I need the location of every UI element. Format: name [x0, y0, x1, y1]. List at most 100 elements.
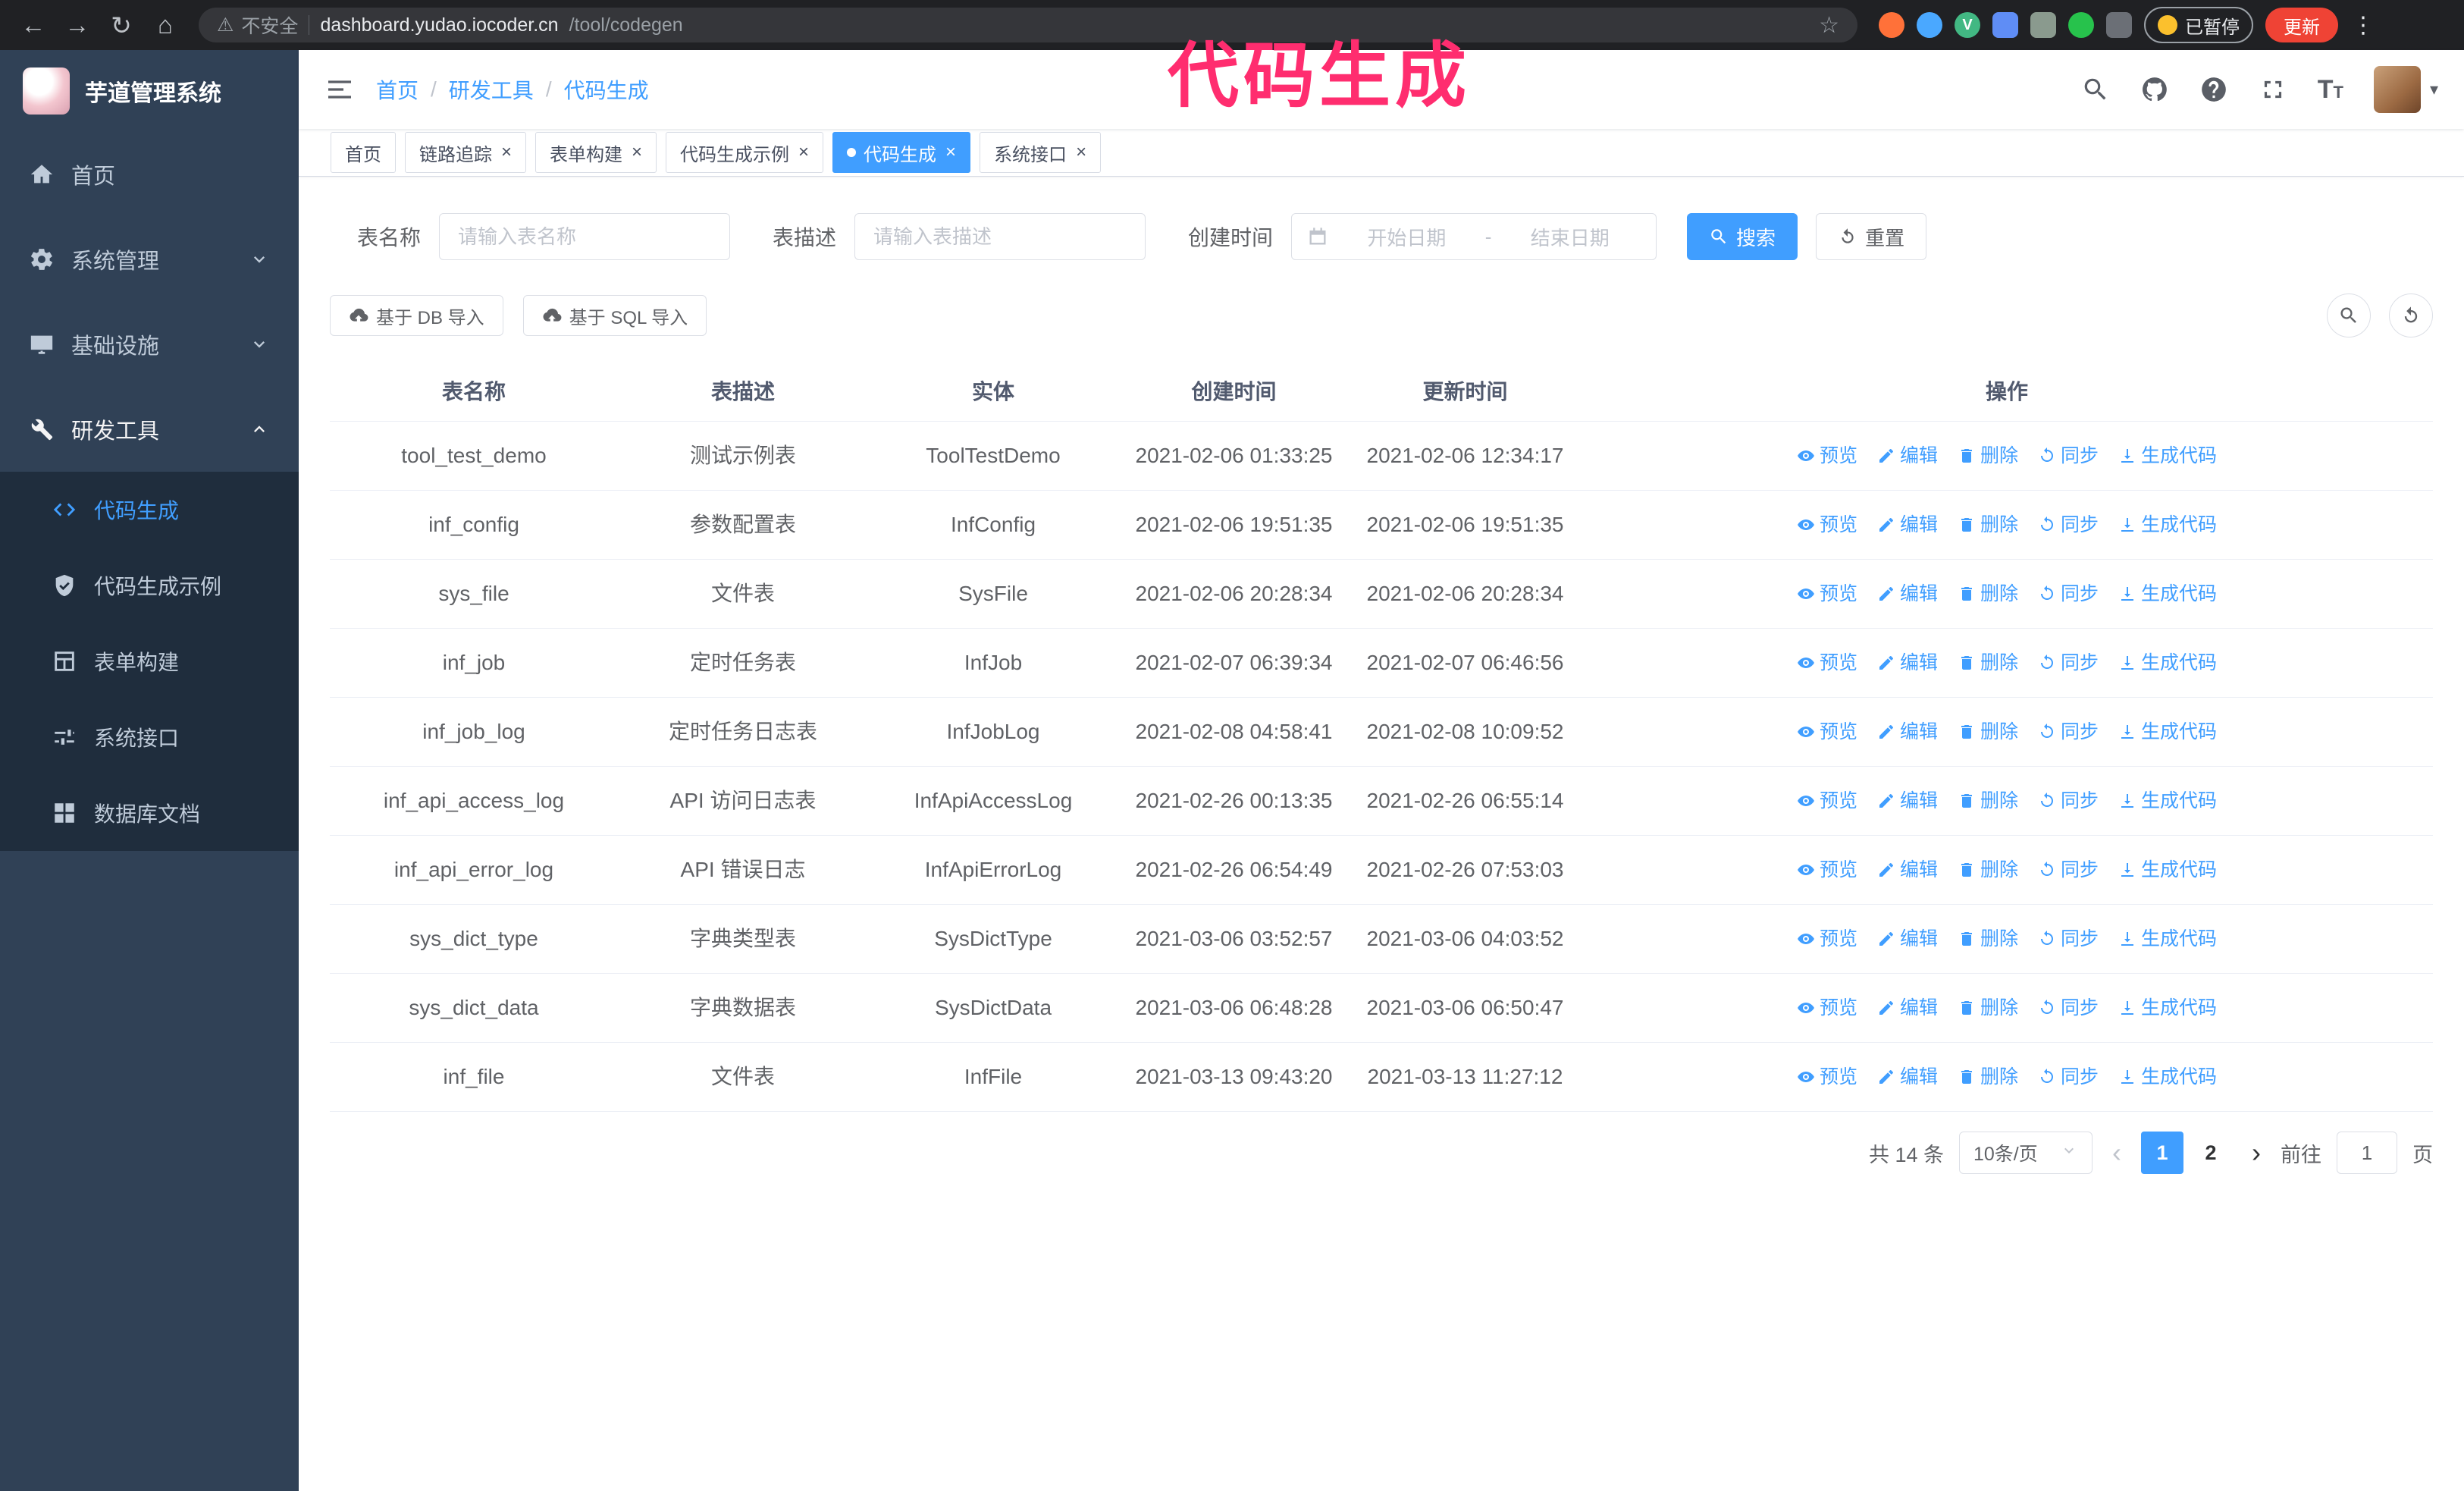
edit-action[interactable]: 编辑	[1877, 993, 1938, 1022]
extension-leaf-icon[interactable]	[2068, 12, 2094, 38]
extension-drop-icon[interactable]	[1917, 12, 1942, 38]
delete-action[interactable]: 删除	[1958, 510, 2018, 539]
sidebar-item-home[interactable]: 首页	[0, 132, 299, 217]
delete-action[interactable]: 删除	[1958, 855, 2018, 884]
security-warning[interactable]: ⚠ 不安全	[217, 11, 298, 39]
edit-action[interactable]: 编辑	[1877, 855, 1938, 884]
prev-page-button[interactable]: ‹	[2108, 1139, 2126, 1166]
bookmark-star-icon[interactable]: ☆	[1819, 12, 1839, 39]
address-bar[interactable]: ⚠ 不安全 dashboard.yudao.iocoder.cn /tool/c…	[199, 8, 1857, 42]
preview-action[interactable]: 预览	[1797, 855, 1857, 884]
edit-action[interactable]: 编辑	[1877, 579, 1938, 608]
user-menu[interactable]: ▾	[2373, 66, 2438, 113]
generate-code-action[interactable]: 生成代码	[2118, 648, 2217, 677]
sidebar-item-db-doc[interactable]: 数据库文档	[0, 775, 299, 851]
edit-action[interactable]: 编辑	[1877, 786, 1938, 815]
delete-action[interactable]: 删除	[1958, 786, 2018, 815]
delete-action[interactable]: 删除	[1958, 441, 2018, 470]
page-button-2[interactable]: 2	[2190, 1132, 2232, 1174]
sidebar-item-infrastructure[interactable]: 基础设施	[0, 302, 299, 387]
delete-action[interactable]: 删除	[1958, 648, 2018, 677]
goto-page-input[interactable]	[2337, 1132, 2397, 1174]
generate-code-action[interactable]: 生成代码	[2118, 924, 2217, 953]
sync-action[interactable]: 同步	[2038, 1063, 2099, 1091]
table-name-input[interactable]	[439, 213, 731, 260]
delete-action[interactable]: 删除	[1958, 1063, 2018, 1091]
extension-vue-icon[interactable]: V	[1955, 12, 1980, 38]
tab-close-icon[interactable]: ×	[501, 143, 512, 162]
preview-action[interactable]: 预览	[1797, 1063, 1857, 1091]
preview-action[interactable]: 预览	[1797, 579, 1857, 608]
generate-code-action[interactable]: 生成代码	[2118, 855, 2217, 884]
edit-action[interactable]: 编辑	[1877, 510, 1938, 539]
tab-close-icon[interactable]: ×	[945, 143, 956, 162]
import-db-button[interactable]: 基于 DB 导入	[330, 295, 503, 336]
paused-badge[interactable]: 已暂停	[2144, 7, 2253, 43]
extension-people-icon[interactable]	[1992, 12, 2018, 38]
sync-action[interactable]: 同步	[2038, 924, 2099, 953]
generate-code-action[interactable]: 生成代码	[2118, 717, 2217, 746]
sync-action[interactable]: 同步	[2038, 441, 2099, 470]
refresh-table-button[interactable]	[2389, 293, 2433, 337]
edit-action[interactable]: 编辑	[1877, 717, 1938, 746]
page-button-1[interactable]: 1	[2141, 1132, 2183, 1174]
browser-update-button[interactable]: 更新	[2265, 8, 2338, 42]
sidebar-item-form-builder[interactable]: 表单构建	[0, 623, 299, 699]
sidebar-item-codegen-example[interactable]: 代码生成示例	[0, 548, 299, 623]
home-icon[interactable]: ⌂	[146, 5, 185, 45]
extension-puzzle-icon[interactable]	[2106, 12, 2132, 38]
preview-action[interactable]: 预览	[1797, 510, 1857, 539]
generate-code-action[interactable]: 生成代码	[2118, 441, 2217, 470]
generate-code-action[interactable]: 生成代码	[2118, 993, 2217, 1022]
import-sql-button[interactable]: 基于 SQL 导入	[522, 295, 707, 336]
preview-action[interactable]: 预览	[1797, 648, 1857, 677]
generate-code-action[interactable]: 生成代码	[2118, 579, 2217, 608]
breadcrumb-item-0[interactable]: 首页	[376, 74, 419, 105]
tab-close-icon[interactable]: ×	[1076, 143, 1086, 162]
preview-action[interactable]: 预览	[1797, 924, 1857, 953]
breadcrumb-item-2[interactable]: 代码生成	[564, 74, 649, 105]
preview-action[interactable]: 预览	[1797, 993, 1857, 1022]
tab-home[interactable]: 首页	[331, 132, 396, 173]
sync-action[interactable]: 同步	[2038, 855, 2099, 884]
page-size-select[interactable]: 10条/页	[1959, 1132, 2093, 1174]
fontsize-icon[interactable]: TT	[2318, 75, 2343, 105]
sync-action[interactable]: 同步	[2038, 510, 2099, 539]
extension-camera-icon[interactable]	[2030, 12, 2056, 38]
sync-action[interactable]: 同步	[2038, 717, 2099, 746]
generate-code-action[interactable]: 生成代码	[2118, 510, 2217, 539]
delete-action[interactable]: 删除	[1958, 579, 2018, 608]
generate-code-action[interactable]: 生成代码	[2118, 786, 2217, 815]
search-icon[interactable]	[2081, 75, 2110, 104]
tab-tracing[interactable]: 链路追踪 ×	[405, 132, 527, 173]
preview-action[interactable]: 预览	[1797, 786, 1857, 815]
tab-system-api[interactable]: 系统接口 ×	[980, 132, 1102, 173]
next-page-button[interactable]: ›	[2247, 1139, 2265, 1166]
extension-fox-icon[interactable]	[1879, 12, 1904, 38]
edit-action[interactable]: 编辑	[1877, 924, 1938, 953]
delete-action[interactable]: 删除	[1958, 993, 2018, 1022]
sidebar-item-dev-tools[interactable]: 研发工具	[0, 387, 299, 472]
sidebar-item-system-api[interactable]: 系统接口	[0, 699, 299, 775]
sync-action[interactable]: 同步	[2038, 648, 2099, 677]
generate-code-action[interactable]: 生成代码	[2118, 1063, 2217, 1091]
edit-action[interactable]: 编辑	[1877, 441, 1938, 470]
date-range-picker[interactable]: 开始日期 - 结束日期	[1291, 213, 1657, 260]
toggle-search-button[interactable]	[2327, 293, 2371, 337]
tab-close-icon[interactable]: ×	[632, 143, 642, 162]
preview-action[interactable]: 预览	[1797, 717, 1857, 746]
hamburger-icon[interactable]	[324, 74, 355, 105]
search-button[interactable]: 搜索	[1687, 213, 1798, 260]
edit-action[interactable]: 编辑	[1877, 648, 1938, 677]
reset-button[interactable]: 重置	[1816, 213, 1927, 260]
tab-close-icon[interactable]: ×	[798, 143, 809, 162]
sync-action[interactable]: 同步	[2038, 786, 2099, 815]
reload-icon[interactable]: ↻	[102, 5, 141, 45]
question-icon[interactable]	[2199, 75, 2228, 104]
delete-action[interactable]: 删除	[1958, 717, 2018, 746]
sync-action[interactable]: 同步	[2038, 579, 2099, 608]
edit-action[interactable]: 编辑	[1877, 1063, 1938, 1091]
preview-action[interactable]: 预览	[1797, 441, 1857, 470]
tab-codegen-example[interactable]: 代码生成示例 ×	[666, 132, 824, 173]
forward-icon[interactable]: →	[58, 5, 97, 45]
